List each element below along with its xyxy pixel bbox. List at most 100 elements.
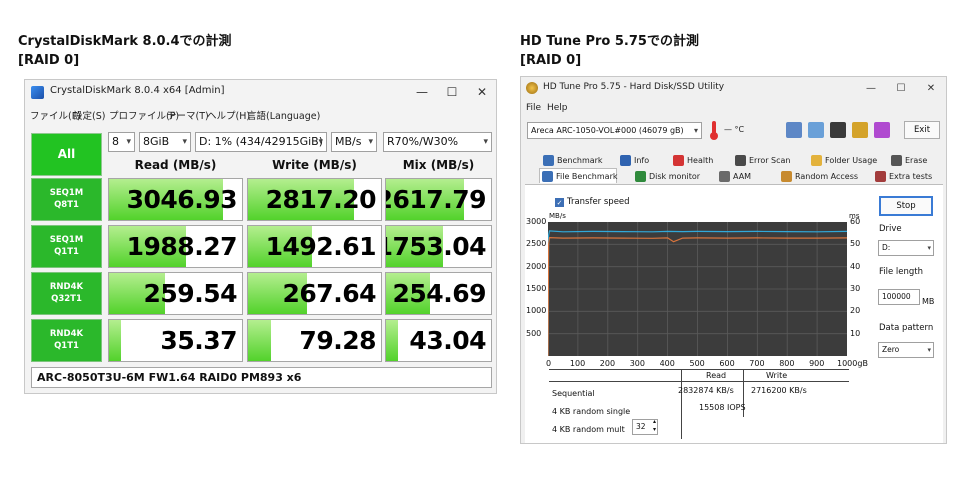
y-left-tick: 2000 [526,261,547,271]
menu-file[interactable]: File [526,103,541,113]
crystaldiskmark-window: CrystalDiskMark 8.0.4 x64 [Admin] — ☐ ✕ … [24,79,497,394]
tab-benchmark[interactable]: Benchmark [541,153,603,168]
menu-help[interactable]: ヘルプ(H) [207,108,250,122]
result-value: 1492.61 [265,232,377,261]
y-left-tick: 1500 [526,284,547,293]
menu-theme[interactable]: テーマ(T) [167,108,209,122]
results-col-read: Read [706,371,727,380]
result-cell-read: 35.37 [108,319,243,362]
tab-erase[interactable]: Erase [889,153,927,168]
tab-health[interactable]: Health [671,153,713,168]
random-single-read-value: 15508 IOPS [699,403,746,412]
minimize-button[interactable]: — [407,82,437,102]
tab-label: Benchmark [557,156,603,165]
options-icon[interactable] [852,122,868,138]
stop-button[interactable]: Stop [879,196,933,216]
mix-value: R70%/W30% [387,135,459,148]
test-count-select[interactable]: 8 ▾ [108,132,135,152]
copy-info-icon[interactable] [786,122,802,138]
data-pattern-select[interactable]: Zero ▾ [878,342,934,358]
test-size-value: 8GiB [143,135,170,148]
test-name: RND4K [49,329,84,339]
result-value: 1988.27 [126,232,238,261]
tab-file-benchmark[interactable]: File Benchmark [539,168,618,183]
tab-random-access[interactable]: Random Access [779,169,858,184]
maximize-button[interactable]: ☐ [886,79,916,99]
test-button-3[interactable]: RND4K Q1T1 [31,319,102,362]
tab-label: Disk monitor [649,172,701,181]
menu-language[interactable]: 言語(Language) [247,108,320,122]
copy-graph-icon[interactable] [808,122,824,138]
hdtune-drive-select[interactable]: Areca ARC-1050-VOL#000 (46079 gB) ▾ [527,122,702,139]
tab-error-scan[interactable]: Error Scan [733,153,791,168]
result-cell-read: 1988.27 [108,225,243,268]
tab-aam[interactable]: AAM [717,169,751,184]
hdtune-heading-title: HD Tune Pro 5.75での計測 [520,34,699,49]
test-size-select[interactable]: 8GiB ▾ [139,132,191,152]
tab-info[interactable]: Info [618,153,649,168]
results-col-divider [681,369,682,439]
stepper-arrows-icon: ▴ ▾ [652,418,656,433]
drive-label: Drive [879,224,902,234]
tab-label: Erase [905,156,928,165]
chevron-down-icon: ▾ [318,137,323,147]
x-tick: 900 [809,359,825,368]
test-queue: Q32T1 [51,294,82,304]
test-button-2[interactable]: RND4K Q32T1 [31,272,102,315]
hdtune-drive-value: Areca ARC-1050-VOL#000 (46079 gB) [531,126,684,135]
hdtune-heading-subtitle: [RAID 0] [520,53,582,68]
test-name: SEQ1M [49,188,84,198]
test-queue: Q1T1 [54,341,79,351]
cdm-heading-subtitle: [RAID 0] [18,53,80,68]
target-drive-select[interactable]: D: ▾ [878,240,934,256]
hdtune-heading: HD Tune Pro 5.75での計測 [RAID 0] [520,32,699,70]
drive-select[interactable]: D: 1% (434/42915GiB) ▾ [195,132,327,152]
results-divider [549,381,849,382]
exit-button[interactable]: Exit [904,121,940,139]
y-left-tick: 3000 [526,217,547,226]
close-button[interactable]: ✕ [916,79,946,99]
result-value: 79.28 [299,326,376,355]
transfer-speed-checkbox[interactable]: ✓ [555,198,564,207]
result-cell-mix: 1753.04 [385,225,492,268]
maximize-button[interactable]: ☐ [437,82,467,102]
menu-help[interactable]: Help [547,103,568,113]
y-right-tick: 60 [850,217,861,226]
magnifier-icon [735,155,746,166]
cdm-status-field[interactable]: ARC-8050T3U-6M FW1.64 RAID0 PM893 x6 [31,367,492,388]
test-button-1[interactable]: SEQ1M Q1T1 [31,225,102,268]
close-button[interactable]: ✕ [467,82,497,102]
chevron-down-icon: ▾ [693,126,698,135]
column-header-write: Write (MB/s) [272,158,357,172]
mix-select[interactable]: R70%/W30% ▾ [383,132,492,152]
minimize-button[interactable]: — [856,79,886,99]
queue-depth-stepper[interactable]: 32 ▴ ▾ [632,418,658,435]
file-length-input[interactable]: 100000 [878,289,920,305]
cdm-heading: CrystalDiskMark 8.0.4での計測 [RAID 0] [18,32,232,70]
tab-extra-tests[interactable]: Extra tests [873,169,932,184]
tab-label: AAM [733,172,752,181]
save-icon[interactable] [874,122,890,138]
hdtune-titlebar[interactable]: HD Tune Pro 5.75 - Hard Disk/SSD Utility… [521,77,946,99]
tab-label: Random Access [795,172,859,181]
x-tick: 700 [749,359,765,368]
tab-disk-monitor[interactable]: Disk monitor [633,169,700,184]
all-button[interactable]: All [31,133,102,176]
column-header-read: Read (MB/s) [134,158,217,172]
hdtune-window-title: HD Tune Pro 5.75 - Hard Disk/SSD Utility [543,82,725,92]
screenshot-icon[interactable] [830,122,846,138]
tab-folder-usage[interactable]: Folder Usage [809,153,877,168]
menu-settings[interactable]: 設定(S) [73,108,105,122]
cdm-titlebar[interactable]: CrystalDiskMark 8.0.4 x64 [Admin] — ☐ ✕ [25,80,496,104]
tab-label: Extra tests [889,172,933,181]
info-icon [620,155,631,166]
chevron-down-icon: ▾ [368,137,373,147]
target-drive-value: D: [882,243,891,252]
result-cell-mix: 43.04 [385,319,492,362]
thermometer-icon [710,121,718,140]
result-cell-write: 1492.61 [247,225,382,268]
test-button-0[interactable]: SEQ1M Q8T1 [31,178,102,221]
results-divider-top [549,369,849,370]
tab-label: File Benchmark [556,172,618,181]
unit-select[interactable]: MB/s ▾ [331,132,377,152]
